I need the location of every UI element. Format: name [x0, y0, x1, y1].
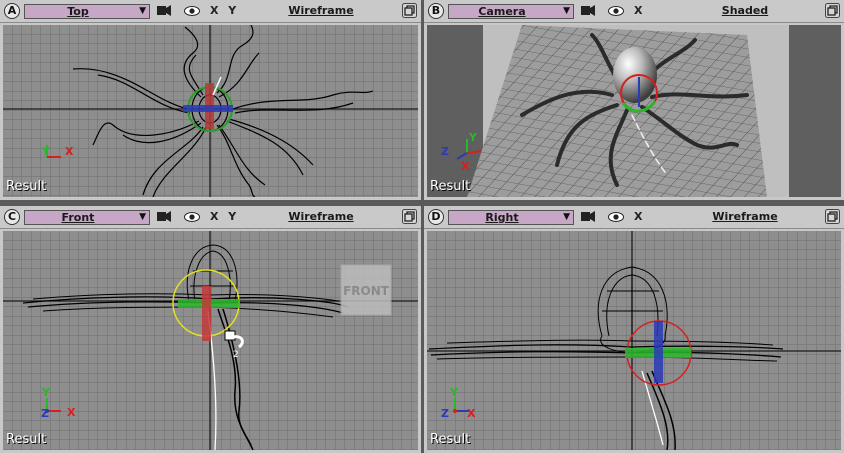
viewport-canvas[interactable]: 2 FRONT Y Z X Result	[3, 231, 418, 450]
axis-gizmo: Y Z X	[441, 131, 482, 173]
axis-z-label: Z	[441, 145, 449, 158]
axis-lock-toggle[interactable]: X	[634, 210, 645, 224]
eye-icon[interactable]	[184, 212, 200, 222]
viewport-letter: B	[428, 3, 444, 19]
axis-lock-toggle[interactable]: X Y	[210, 4, 239, 18]
view-selector-label: Front	[61, 211, 95, 224]
eye-icon[interactable]	[184, 6, 200, 16]
viewport-toolbar: B Camera ▼ X Shaded	[424, 0, 844, 23]
viewport-toolbar: A Top ▼ X Y Wireframe	[0, 0, 421, 23]
view-selector-label: Right	[485, 211, 519, 224]
shading-mode-button[interactable]: Shaded	[690, 4, 800, 18]
viewport-canvas[interactable]: Y X Result	[3, 25, 418, 197]
viewport-front[interactable]: C Front ▼ X Y Wireframe 2 FRONT Y Z X Re…	[0, 206, 421, 453]
dropdown-arrow-icon: ▼	[139, 6, 146, 16]
camera-icon[interactable]	[581, 5, 595, 16]
result-label: Result	[6, 179, 47, 194]
viewport-camera[interactable]: B Camera ▼ X Shaded Y Z X Result	[424, 0, 844, 200]
camera-icon[interactable]	[581, 211, 595, 222]
viewport-top[interactable]: A Top ▼ X Y Wireframe Y X Result	[0, 0, 421, 200]
dropdown-arrow-icon: ▼	[139, 212, 146, 222]
view-selector-dropdown[interactable]: Camera ▼	[448, 4, 574, 19]
maximize-icon[interactable]	[402, 3, 417, 18]
view-cube-label: FRONT	[343, 284, 390, 298]
view-selector-dropdown[interactable]: Front ▼	[24, 210, 150, 225]
axis-y-label: Y	[41, 386, 51, 399]
maximize-icon[interactable]	[825, 3, 840, 18]
axis-x-label: X	[65, 145, 74, 158]
axis-y-label: Y	[41, 145, 51, 158]
result-label: Result	[430, 179, 471, 194]
eye-icon[interactable]	[608, 212, 624, 222]
camera-icon[interactable]	[157, 5, 171, 16]
view-selector-dropdown[interactable]: Right ▼	[448, 210, 574, 225]
viewport-letter: C	[4, 209, 20, 225]
view-cube[interactable]: FRONT	[340, 264, 392, 316]
shading-mode-button[interactable]: Wireframe	[266, 4, 376, 18]
maximize-icon[interactable]	[402, 209, 417, 224]
axis-z-label: Z	[41, 407, 49, 420]
svg-text:2: 2	[233, 350, 239, 360]
axis-x-label: X	[461, 160, 470, 173]
viewport-toolbar: D Right ▼ X Wireframe	[424, 206, 844, 229]
view-selector-label: Top	[67, 5, 89, 18]
viewport-toolbar: C Front ▼ X Y Wireframe	[0, 206, 421, 229]
maximize-icon[interactable]	[825, 209, 840, 224]
axis-x-label: X	[467, 407, 476, 420]
axis-lock-toggle[interactable]: X Y	[210, 210, 239, 224]
axis-x-label: X	[67, 406, 76, 419]
camera-icon[interactable]	[157, 211, 171, 222]
viewport-canvas[interactable]: Y Z X Result	[427, 231, 841, 450]
axis-z-label: Z	[441, 407, 449, 420]
result-label: Result	[6, 432, 47, 447]
viewport-canvas[interactable]: Y Z X Result	[427, 25, 841, 197]
viewport-letter: A	[4, 3, 20, 19]
axis-y-label: Y	[468, 131, 478, 144]
viewport-right[interactable]: D Right ▼ X Wireframe Y Z X Result	[424, 206, 844, 453]
shading-mode-button[interactable]: Wireframe	[266, 210, 376, 224]
result-label: Result	[430, 432, 471, 447]
eye-icon[interactable]	[608, 6, 624, 16]
axis-y-label: Y	[449, 386, 459, 399]
view-selector-dropdown[interactable]: Top ▼	[24, 4, 150, 19]
dropdown-arrow-icon: ▼	[563, 212, 570, 222]
view-selector-label: Camera	[478, 5, 526, 18]
viewport-letter: D	[428, 209, 444, 225]
axis-lock-toggle[interactable]: X	[634, 4, 645, 18]
shading-mode-button[interactable]: Wireframe	[690, 210, 800, 224]
dropdown-arrow-icon: ▼	[563, 6, 570, 16]
